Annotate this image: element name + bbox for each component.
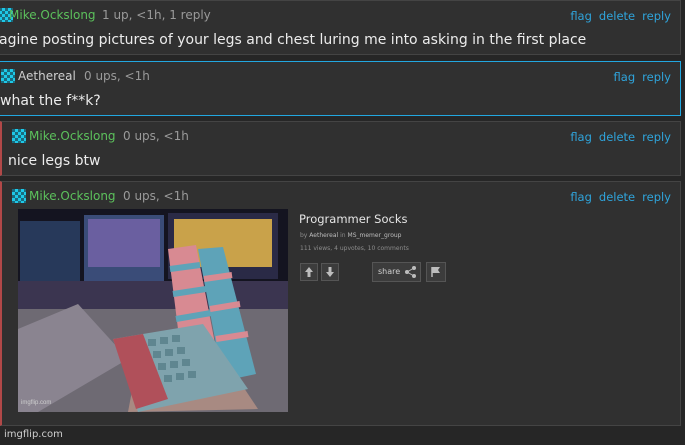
- embedded-photo[interactable]: imgflip.com: [18, 209, 288, 412]
- comment-meta: 1 up, <1h, 1 reply: [102, 8, 211, 22]
- comment-3: Mike.Ockslong 0 ups, <1h flag delete reply…: [0, 121, 681, 176]
- comment-text: agine posting pictures of your legs and …: [0, 32, 587, 48]
- comment-username[interactable]: Mike.Ockslong: [29, 129, 116, 143]
- reply-link[interactable]: reply: [642, 70, 671, 84]
- share-button[interactable]: share: [372, 262, 421, 282]
- reply-link[interactable]: reply: [642, 9, 671, 23]
- comment-1: Mike.Ockslong 1 up, <1h, 1 reply flag del…: [0, 0, 681, 55]
- embedded-post-byline: by Aethereal in MS_memer_group: [300, 232, 401, 239]
- comment-username[interactable]: Aethereal: [18, 69, 76, 83]
- comment-text: nice legs btw: [8, 153, 101, 169]
- embedded-post-title[interactable]: Programmer Socks: [299, 212, 408, 226]
- legs-photo-image: [18, 209, 288, 412]
- user-avatar-icon[interactable]: [1, 69, 15, 83]
- share-icon: [405, 266, 416, 278]
- comment-actions: flag delete reply: [563, 190, 671, 204]
- comment-2: Aethereal 0 ups, <1h flag reply what the …: [0, 61, 681, 116]
- flag-icon: [431, 267, 440, 277]
- user-avatar-icon[interactable]: [12, 189, 26, 203]
- comment-actions: flag reply: [607, 70, 671, 84]
- page-watermark: imgflip.com: [4, 429, 63, 440]
- comment-actions: flag delete reply: [563, 9, 671, 23]
- comment-actions: flag delete reply: [563, 130, 671, 144]
- downvote-button[interactable]: [321, 263, 339, 281]
- user-avatar-icon[interactable]: [12, 129, 26, 143]
- embedded-post-stats: 111 views, 4 upvotes, 10 comments: [300, 245, 409, 252]
- comment-meta: 0 ups, <1h: [123, 189, 189, 203]
- flag-link[interactable]: flag: [570, 9, 592, 23]
- flag-post-button[interactable]: [426, 262, 446, 282]
- comment-meta: 0 ups, <1h: [123, 129, 189, 143]
- byline-author[interactable]: Aethereal: [309, 232, 338, 239]
- share-label: share: [378, 267, 401, 276]
- comment-text: what the f**k?: [0, 93, 101, 109]
- comment-username[interactable]: Mike.Ockslong: [29, 189, 116, 203]
- byline-by: by: [300, 232, 308, 239]
- arrow-down-icon: [326, 267, 334, 277]
- delete-link[interactable]: delete: [599, 130, 635, 144]
- byline-in: in: [340, 232, 346, 239]
- comment-meta: 0 ups, <1h: [84, 69, 150, 83]
- flag-link[interactable]: flag: [570, 130, 592, 144]
- flag-link[interactable]: flag: [570, 190, 592, 204]
- comment-username[interactable]: Mike.Ockslong: [9, 8, 96, 22]
- comment-4: Mike.Ockslong 0 ups, <1h flag delete reply: [0, 181, 681, 426]
- reply-link[interactable]: reply: [642, 130, 671, 144]
- delete-link[interactable]: delete: [599, 9, 635, 23]
- embedded-watermark: imgflip.com: [21, 400, 52, 406]
- arrow-up-icon: [305, 267, 313, 277]
- delete-link[interactable]: delete: [599, 190, 635, 204]
- upvote-button[interactable]: [300, 263, 318, 281]
- reply-link[interactable]: reply: [642, 190, 671, 204]
- flag-link[interactable]: flag: [614, 70, 636, 84]
- byline-stream[interactable]: MS_memer_group: [348, 232, 402, 239]
